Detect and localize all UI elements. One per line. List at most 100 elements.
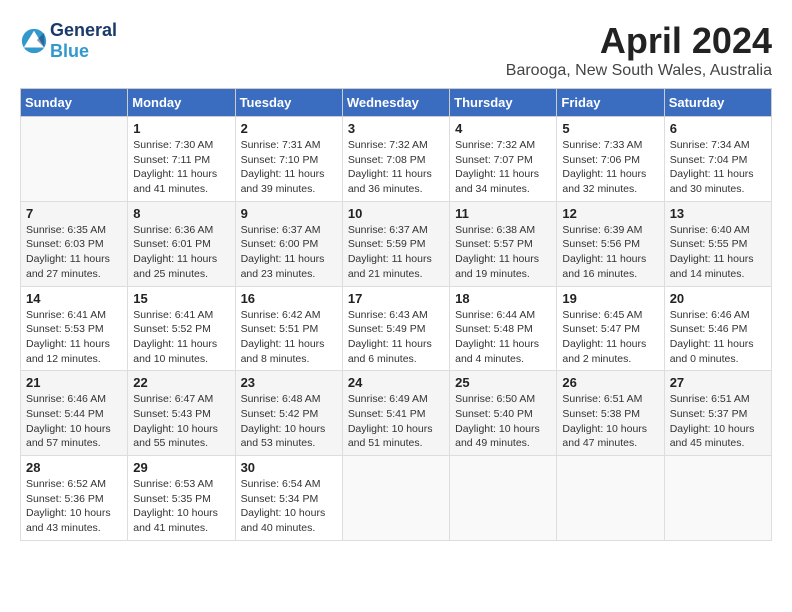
day-info: Sunrise: 6:46 AM Sunset: 5:44 PM Dayligh… [26, 392, 122, 451]
calendar-day-cell: 10 Sunrise: 6:37 AM Sunset: 5:59 PM Dayli… [342, 201, 449, 286]
day-number: 10 [348, 206, 444, 221]
day-number: 21 [26, 375, 122, 390]
location-title: Barooga, New South Wales, Australia [506, 62, 772, 80]
calendar-empty-cell [21, 117, 128, 202]
calendar-empty-cell [342, 456, 449, 541]
calendar-day-cell: 12Sunrise: 6:39 AM Sunset: 5:56 PM Dayli… [557, 201, 664, 286]
weekday-header: Monday [128, 89, 235, 117]
day-number: 8 [133, 206, 229, 221]
day-info: Sunrise: 6:53 AM Sunset: 5:35 PM Dayligh… [133, 477, 229, 536]
calendar-day-cell: 30 Sunrise: 6:54 AM Sunset: 5:34 PM Dayli… [235, 456, 342, 541]
day-number: 2 [241, 121, 337, 136]
day-info: Sunrise: 6:43 AM Sunset: 5:49 PM Dayligh… [348, 308, 444, 367]
day-number: 9 [241, 206, 337, 221]
calendar-day-cell: 8 Sunrise: 6:36 AM Sunset: 6:01 PM Daylig… [128, 201, 235, 286]
calendar-day-cell: 21 Sunrise: 6:46 AM Sunset: 5:44 PM Dayli… [21, 371, 128, 456]
calendar-day-cell: 16Sunrise: 6:42 AM Sunset: 5:51 PM Dayli… [235, 286, 342, 371]
day-number: 11 [455, 206, 551, 221]
day-number: 19 [562, 291, 658, 306]
day-info: Sunrise: 6:41 AM Sunset: 5:52 PM Dayligh… [133, 308, 229, 367]
weekday-header: Thursday [450, 89, 557, 117]
day-info: Sunrise: 6:50 AM Sunset: 5:40 PM Dayligh… [455, 392, 551, 451]
day-info: Sunrise: 6:42 AM Sunset: 5:51 PM Dayligh… [241, 308, 337, 367]
day-number: 27 [670, 375, 766, 390]
page-header: General Blue April 2024 Barooga, New Sou… [20, 20, 772, 80]
day-info: Sunrise: 6:40 AM Sunset: 5:55 PM Dayligh… [670, 223, 766, 282]
day-info: Sunrise: 6:45 AM Sunset: 5:47 PM Dayligh… [562, 308, 658, 367]
calendar-day-cell: 22 Sunrise: 6:47 AM Sunset: 5:43 PM Dayli… [128, 371, 235, 456]
calendar-day-cell: 23Sunrise: 6:48 AM Sunset: 5:42 PM Dayli… [235, 371, 342, 456]
day-number: 25 [455, 375, 551, 390]
day-info: Sunrise: 6:36 AM Sunset: 6:01 PM Dayligh… [133, 223, 229, 282]
calendar-day-cell: 18 Sunrise: 6:44 AM Sunset: 5:48 PM Dayli… [450, 286, 557, 371]
weekday-header: Sunday [21, 89, 128, 117]
day-info: Sunrise: 6:44 AM Sunset: 5:48 PM Dayligh… [455, 308, 551, 367]
day-info: Sunrise: 6:54 AM Sunset: 5:34 PM Dayligh… [241, 477, 337, 536]
calendar-day-cell: 9 Sunrise: 6:37 AM Sunset: 6:00 PM Daylig… [235, 201, 342, 286]
logo-blue-text: Blue [50, 41, 89, 61]
calendar-day-cell: 25 Sunrise: 6:50 AM Sunset: 5:40 PM Dayli… [450, 371, 557, 456]
day-info: Sunrise: 7:34 AM Sunset: 7:04 PM Dayligh… [670, 138, 766, 197]
day-number: 12 [562, 206, 658, 221]
calendar-day-cell: 19 Sunrise: 6:45 AM Sunset: 5:47 PM Dayli… [557, 286, 664, 371]
day-info: Sunrise: 6:35 AM Sunset: 6:03 PM Dayligh… [26, 223, 122, 282]
calendar-day-cell: 4 Sunrise: 7:32 AM Sunset: 7:07 PM Daylig… [450, 117, 557, 202]
day-number: 30 [241, 460, 337, 475]
day-number: 1 [133, 121, 229, 136]
day-number: 4 [455, 121, 551, 136]
day-info: Sunrise: 6:37 AM Sunset: 5:59 PM Dayligh… [348, 223, 444, 282]
calendar-day-cell: 3Sunrise: 7:32 AM Sunset: 7:08 PM Daylig… [342, 117, 449, 202]
calendar-day-cell: 17 Sunrise: 6:43 AM Sunset: 5:49 PM Dayli… [342, 286, 449, 371]
calendar-day-cell: 26 Sunrise: 6:51 AM Sunset: 5:38 PM Dayli… [557, 371, 664, 456]
calendar-day-cell: 20 Sunrise: 6:46 AM Sunset: 5:46 PM Dayli… [664, 286, 771, 371]
calendar-week-row: 1Sunrise: 7:30 AM Sunset: 7:11 PM Daylig… [21, 117, 772, 202]
calendar-day-cell: 5 Sunrise: 7:33 AM Sunset: 7:06 PM Daylig… [557, 117, 664, 202]
day-number: 7 [26, 206, 122, 221]
day-info: Sunrise: 7:32 AM Sunset: 7:07 PM Dayligh… [455, 138, 551, 197]
calendar-day-cell: 2 Sunrise: 7:31 AM Sunset: 7:10 PM Daylig… [235, 117, 342, 202]
day-info: Sunrise: 7:32 AM Sunset: 7:08 PM Dayligh… [348, 138, 444, 197]
day-number: 26 [562, 375, 658, 390]
weekday-header: Friday [557, 89, 664, 117]
day-info: Sunrise: 6:52 AM Sunset: 5:36 PM Dayligh… [26, 477, 122, 536]
calendar-week-row: 7 Sunrise: 6:35 AM Sunset: 6:03 PM Daylig… [21, 201, 772, 286]
logo: General Blue [20, 20, 117, 62]
day-number: 6 [670, 121, 766, 136]
calendar-day-cell: 28 Sunrise: 6:52 AM Sunset: 5:36 PM Dayli… [21, 456, 128, 541]
weekday-header: Tuesday [235, 89, 342, 117]
calendar-week-row: 28 Sunrise: 6:52 AM Sunset: 5:36 PM Dayli… [21, 456, 772, 541]
day-info: Sunrise: 6:41 AM Sunset: 5:53 PM Dayligh… [26, 308, 122, 367]
day-number: 18 [455, 291, 551, 306]
day-number: 13 [670, 206, 766, 221]
day-info: Sunrise: 6:46 AM Sunset: 5:46 PM Dayligh… [670, 308, 766, 367]
day-info: Sunrise: 6:51 AM Sunset: 5:38 PM Dayligh… [562, 392, 658, 451]
day-number: 20 [670, 291, 766, 306]
day-number: 22 [133, 375, 229, 390]
logo-general-text: General [50, 20, 117, 40]
day-number: 23 [241, 375, 337, 390]
calendar-day-cell: 24 Sunrise: 6:49 AM Sunset: 5:41 PM Dayli… [342, 371, 449, 456]
calendar-day-cell: 29 Sunrise: 6:53 AM Sunset: 5:35 PM Dayli… [128, 456, 235, 541]
day-info: Sunrise: 7:31 AM Sunset: 7:10 PM Dayligh… [241, 138, 337, 197]
weekday-header: Saturday [664, 89, 771, 117]
day-info: Sunrise: 6:38 AM Sunset: 5:57 PM Dayligh… [455, 223, 551, 282]
day-number: 29 [133, 460, 229, 475]
day-number: 15 [133, 291, 229, 306]
day-number: 17 [348, 291, 444, 306]
weekday-header-row: SundayMondayTuesdayWednesdayThursdayFrid… [21, 89, 772, 117]
calendar-day-cell: 27Sunrise: 6:51 AM Sunset: 5:37 PM Dayli… [664, 371, 771, 456]
day-info: Sunrise: 7:33 AM Sunset: 7:06 PM Dayligh… [562, 138, 658, 197]
day-number: 28 [26, 460, 122, 475]
logo-icon [20, 27, 48, 55]
calendar-day-cell: 6 Sunrise: 7:34 AM Sunset: 7:04 PM Daylig… [664, 117, 771, 202]
day-info: Sunrise: 6:47 AM Sunset: 5:43 PM Dayligh… [133, 392, 229, 451]
day-number: 24 [348, 375, 444, 390]
calendar-day-cell: 15 Sunrise: 6:41 AM Sunset: 5:52 PM Dayli… [128, 286, 235, 371]
calendar-day-cell: 7 Sunrise: 6:35 AM Sunset: 6:03 PM Daylig… [21, 201, 128, 286]
calendar-day-cell: 13 Sunrise: 6:40 AM Sunset: 5:55 PM Dayli… [664, 201, 771, 286]
calendar-week-row: 14Sunrise: 6:41 AM Sunset: 5:53 PM Dayli… [21, 286, 772, 371]
day-info: Sunrise: 6:49 AM Sunset: 5:41 PM Dayligh… [348, 392, 444, 451]
day-info: Sunrise: 6:37 AM Sunset: 6:00 PM Dayligh… [241, 223, 337, 282]
title-block: April 2024 Barooga, New South Wales, Aus… [506, 20, 772, 80]
day-number: 5 [562, 121, 658, 136]
